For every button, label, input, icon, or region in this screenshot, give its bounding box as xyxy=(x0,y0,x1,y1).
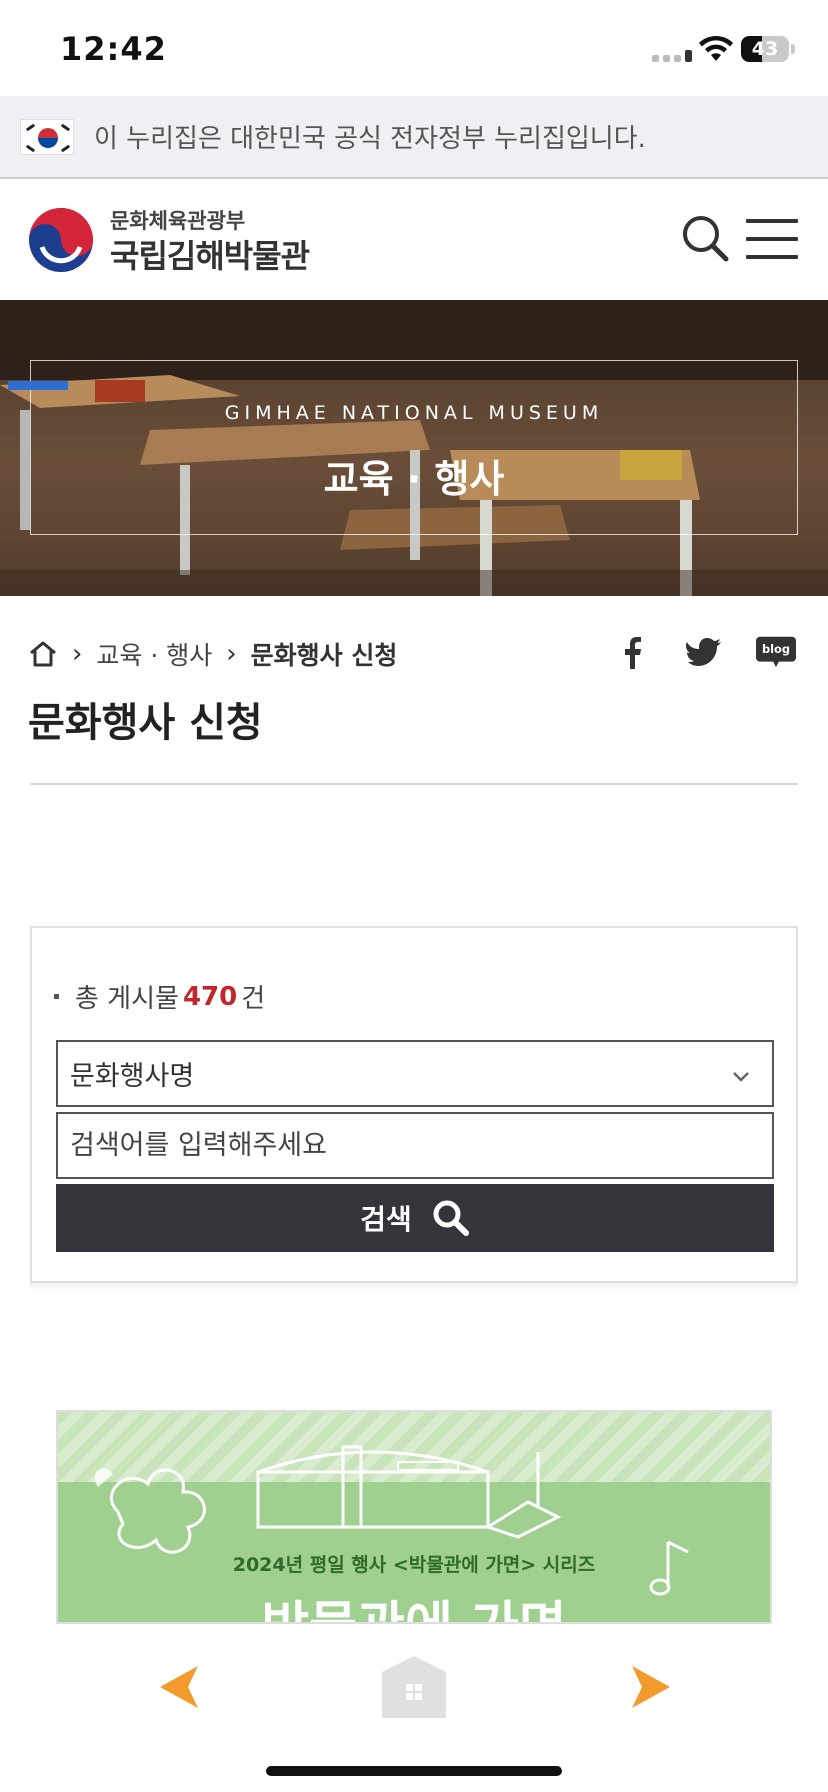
post-count: 총 게시물 470 건 xyxy=(54,978,265,1015)
chevron-down-icon xyxy=(733,1072,749,1082)
battery-icon: 43 xyxy=(741,36,789,62)
divider xyxy=(30,783,798,785)
hero-banner: GIMHAE NATIONAL MUSEUM 교육 · 행사 xyxy=(0,300,828,596)
gov-banner: 이 누리집은 대한민국 공식 전자정부 누리집입니다. xyxy=(0,96,828,179)
search-button[interactable]: 검색 xyxy=(56,1184,774,1252)
promo-subtitle: 2024년 평일 행사 <박물관에 가면> 시리즈 xyxy=(232,1554,596,1576)
gov-banner-text: 이 누리집은 대한민국 공식 전자정부 누리집입니다. xyxy=(94,124,646,154)
hero-subtitle: GIMHAE NATIONAL MUSEUM xyxy=(224,402,604,424)
museum-name[interactable]: 국립김해박물관 xyxy=(110,231,310,277)
svg-text:blog: blog xyxy=(762,642,790,656)
bottom-nav xyxy=(0,1624,828,1792)
post-count-suffix: 건 xyxy=(241,984,266,1014)
twitter-icon[interactable] xyxy=(684,636,724,670)
cellular-signal-icon xyxy=(652,50,692,62)
status-time: 12:42 xyxy=(60,30,167,68)
home-icon[interactable] xyxy=(380,1654,448,1718)
status-bar: 12:42 43 xyxy=(0,0,828,96)
search-category-value: 문화행사명 xyxy=(70,1061,195,1092)
search-button-label: 검색 xyxy=(360,1203,412,1236)
promo-title: 박물관에 가면 xyxy=(58,1584,770,1622)
museum-logo-icon[interactable] xyxy=(28,207,94,273)
post-count-prefix: 총 게시물 xyxy=(75,984,179,1014)
battery-percent: 43 xyxy=(751,38,779,60)
breadcrumb-current[interactable]: 문화행사 신청 xyxy=(251,636,398,672)
korean-flag-icon xyxy=(20,118,74,155)
search-icon xyxy=(433,1200,469,1236)
chevron-right-icon: › xyxy=(72,639,83,669)
blog-icon[interactable]: blog xyxy=(756,636,796,670)
hamburger-menu-icon[interactable] xyxy=(746,217,798,261)
forward-arrow-icon[interactable] xyxy=(626,1662,672,1712)
share-buttons: blog xyxy=(612,636,796,670)
site-header: 문화체육관광부 국립김해박물관 xyxy=(0,179,828,300)
home-icon[interactable] xyxy=(28,639,58,669)
search-input[interactable] xyxy=(56,1112,774,1179)
breadcrumb-level1[interactable]: 교육 · 행사 xyxy=(96,636,212,672)
hero-accent-bar xyxy=(8,381,68,390)
search-icon[interactable] xyxy=(680,213,730,263)
search-panel: 총 게시물 470 건 문화행사명 검색 xyxy=(30,926,798,1283)
home-indicator[interactable] xyxy=(266,1766,562,1776)
breadcrumb: › 교육 · 행사 › 문화행사 신청 xyxy=(28,636,397,672)
chevron-right-icon: › xyxy=(226,639,237,669)
back-arrow-icon[interactable] xyxy=(158,1662,204,1712)
post-count-number: 470 xyxy=(182,981,238,1012)
page-title: 문화행사 신청 xyxy=(28,700,263,746)
wifi-icon xyxy=(699,35,733,61)
search-category-select[interactable]: 문화행사명 xyxy=(56,1040,774,1107)
event-promo-banner[interactable]: 2024년 평일 행사 <박물관에 가면> 시리즈 박물관에 가면 xyxy=(56,1410,772,1624)
hero-title: 교육 · 행사 xyxy=(323,457,505,501)
facebook-icon[interactable] xyxy=(612,636,652,670)
